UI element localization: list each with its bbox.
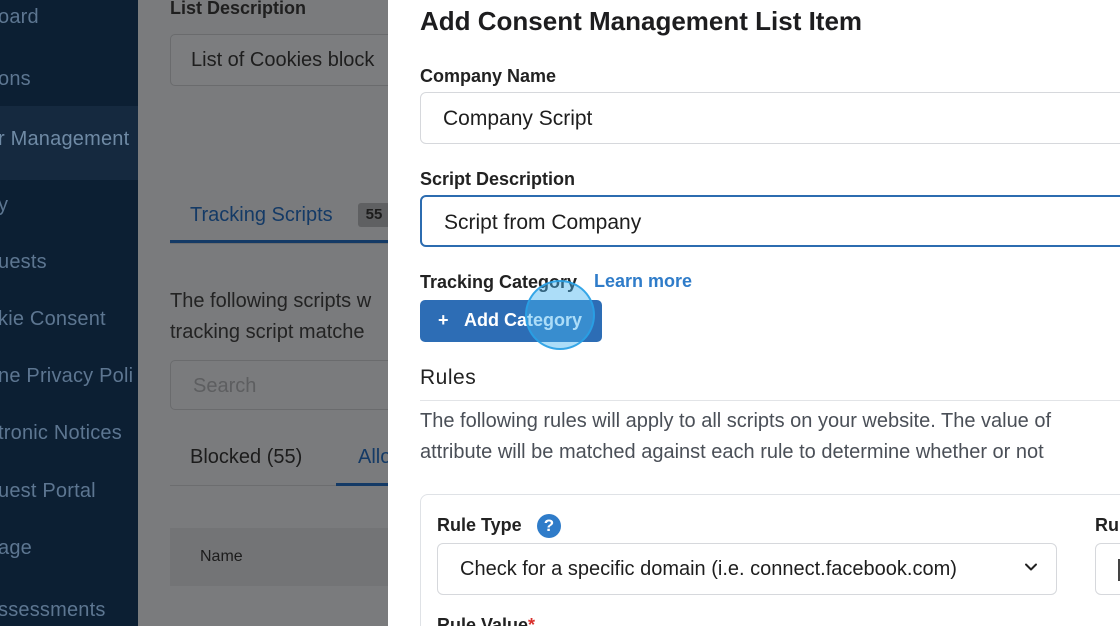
sidebar-item-dashboard[interactable]: oard	[0, 6, 39, 29]
subtab-blocked[interactable]: Blocked (55)	[190, 446, 302, 469]
list-description-value: List of Cookies block	[191, 49, 375, 71]
script-description-value: Script from Company	[444, 211, 642, 234]
sidebar: oard ons r Management y uests kie Consen…	[0, 0, 138, 626]
add-list-item-panel: Add Consent Management List Item Company…	[388, 0, 1120, 626]
rule-type-select[interactable]: Check for a specific domain (i.e. connec…	[437, 543, 1057, 595]
tab-divider	[170, 243, 388, 244]
sidebar-item-online-privacy-policy[interactable]: ne Privacy Poli	[0, 365, 133, 388]
rule-secondary-select[interactable]	[1095, 543, 1120, 595]
sidebar-item-integrations[interactable]: ons	[0, 68, 31, 91]
sidebar-item-label: ne Privacy Poli	[0, 365, 134, 387]
panel-title: Add Consent Management List Item	[420, 6, 863, 36]
sidebar-item-label: age	[0, 537, 32, 559]
subtab-allowed[interactable]: Allo	[358, 446, 388, 469]
search-placeholder: Search	[193, 375, 257, 397]
sidebar-item-label: uest Portal	[0, 480, 96, 502]
sidebar-item-user-management[interactable]: r Management	[0, 106, 138, 180]
sidebar-item-label: kie Consent	[0, 308, 106, 330]
rule-value-label: Rule Value*	[437, 615, 535, 626]
rule-type-value: Check for a specific domain (i.e. connec…	[460, 558, 957, 580]
rule-card: Rule Type ? Rul Check for a specific dom…	[420, 494, 1120, 626]
rules-text-line2: attribute will be matched against each r…	[420, 441, 1044, 463]
sidebar-item-assessments[interactable]: ssessments	[0, 599, 106, 622]
tracking-description-line2: tracking script matche	[170, 321, 365, 343]
sidebar-item-label: oard	[0, 6, 39, 28]
company-name-value: Company Script	[443, 107, 593, 130]
sidebar-item-label: ssessments	[0, 599, 106, 621]
sidebar-item-label: y	[0, 194, 9, 216]
background-page: List Description List of Cookies block T…	[138, 0, 388, 626]
add-category-button[interactable]: + Add Category	[420, 300, 602, 342]
tracking-description-line1: The following scripts w	[170, 290, 372, 312]
sidebar-item-request-portal[interactable]: uest Portal	[0, 480, 96, 503]
help-icon[interactable]: ?	[537, 514, 561, 538]
subtab-active-indicator	[336, 483, 388, 486]
list-description-input[interactable]: List of Cookies block	[170, 34, 388, 86]
search-input[interactable]: Search	[170, 360, 388, 410]
rules-divider	[420, 400, 1120, 401]
required-mark: *	[528, 615, 536, 626]
script-description-label: Script Description	[420, 169, 576, 189]
table-header: Name	[170, 528, 388, 586]
sidebar-item-cookie-consent[interactable]: kie Consent	[0, 308, 106, 331]
sidebar-item-label: ons	[0, 68, 31, 90]
learn-more-link[interactable]: Learn more	[594, 271, 692, 292]
chevron-down-icon	[1024, 558, 1038, 579]
sidebar-item-requests[interactable]: uests	[0, 251, 47, 274]
sidebar-item-label: tronic Notices	[0, 422, 122, 444]
add-category-label: Add Category	[464, 310, 583, 330]
rule-value-label-text: Rule Value	[437, 615, 529, 626]
rules-text-line1: The following rules will apply to all sc…	[420, 410, 1052, 432]
company-name-label: Company Name	[420, 66, 557, 86]
plus-icon: +	[438, 310, 449, 330]
sidebar-item-electronic-notices[interactable]: tronic Notices	[0, 422, 122, 445]
company-name-input[interactable]: Company Script	[420, 92, 1120, 144]
rule-type-label: Rule Type	[437, 515, 522, 535]
sidebar-item-label: r Management	[0, 128, 130, 150]
sidebar-item-privacy[interactable]: y	[0, 194, 8, 217]
tab-active-indicator	[170, 240, 388, 243]
tab-tracking-scripts[interactable]: Tracking Scripts	[190, 204, 333, 227]
script-description-input[interactable]: Script from Company	[420, 195, 1120, 247]
tab-count-badge: 55	[358, 203, 388, 227]
sidebar-item-usage[interactable]: age	[0, 537, 32, 560]
list-description-label: List Description	[170, 0, 307, 18]
rule-secondary-label: Rul	[1095, 515, 1120, 535]
sidebar-item-label: uests	[0, 251, 47, 273]
rules-heading: Rules	[420, 366, 477, 389]
table-header-name: Name	[200, 548, 243, 565]
tracking-category-label: Tracking Category	[420, 272, 578, 292]
